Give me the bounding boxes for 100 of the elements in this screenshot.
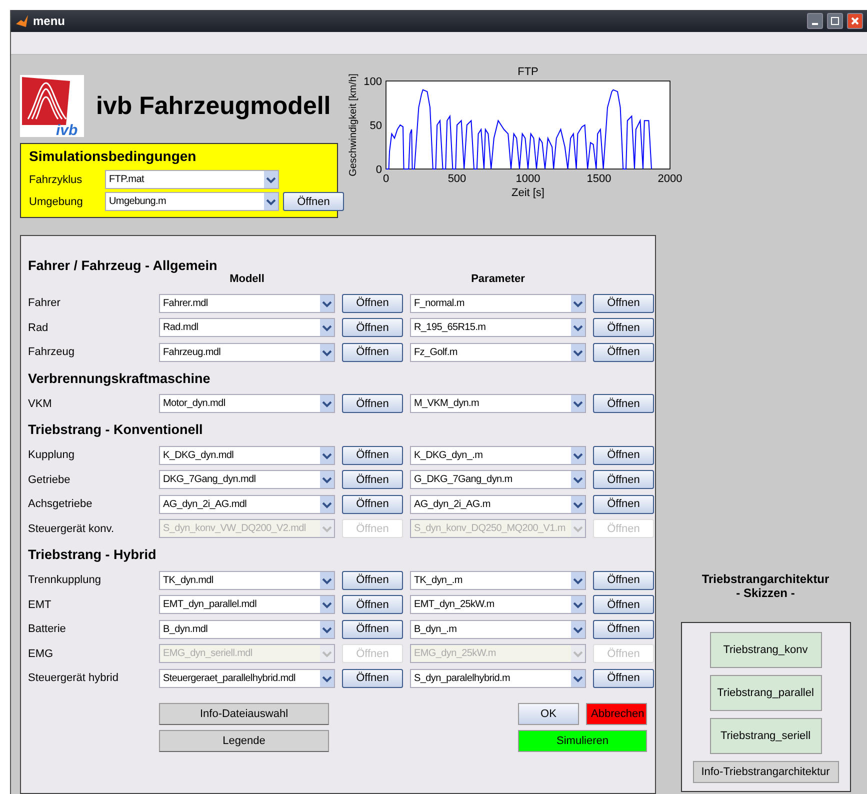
field-label: Fahrzyklus [29,174,84,186]
open-button[interactable]: Öffnen [342,620,403,639]
dropdown[interactable]: EMT_dyn_parallel.mdl [159,595,335,614]
close-icon [851,17,859,25]
dropdown[interactable]: Motor_dyn.mdl [159,394,335,414]
minimize-button[interactable] [807,13,823,29]
caret-icon [571,471,585,488]
open-button[interactable]: Öffnen [593,570,654,590]
action-button[interactable]: OK [518,702,579,724]
open-button[interactable]: Öffnen [593,620,654,639]
dropdown[interactable]: AG_dyn_2i_AG.m [410,494,586,514]
dropdown[interactable]: G_DKG_7Gang_dyn.m [410,470,586,490]
open-button[interactable]: Öffnen [593,394,654,414]
dropdown[interactable]: TK_dyn.mdl [159,570,335,590]
app-title: ivb Fahrzeugmodell [96,92,331,120]
caret-icon [571,496,585,513]
dropdown[interactable]: B_dyn.mdl [159,620,335,639]
action-button[interactable]: Simulieren [518,730,647,752]
dropdown[interactable]: FTP.mat [105,170,279,189]
open-button[interactable]: Öffnen [342,595,403,614]
open-button[interactable]: Öffnen [283,192,344,211]
caret-icon [264,171,278,188]
column-header: Modell [228,273,266,285]
open-button[interactable]: Öffnen [593,494,654,514]
caret-icon [320,670,334,687]
dropdown[interactable]: EMT_dyn_25kW.m [410,595,586,614]
dropdown[interactable]: Rad.mdl [159,318,335,338]
caret-icon [571,344,585,361]
y-tick-label: 0 [376,164,382,176]
open-button[interactable]: Öffnen [342,294,403,313]
open-button[interactable]: Öffnen [593,668,654,688]
caret-icon [320,395,334,412]
caret-icon [320,446,334,464]
row-label: Rad [28,322,50,334]
dropdown[interactable]: Fz_Golf.m [410,342,586,362]
maximize-button[interactable] [827,13,843,29]
sketch-button[interactable]: Info-Triebstrangarchitektur [692,760,838,782]
logo: ivb [20,75,84,137]
close-button[interactable] [847,13,863,29]
dropdown[interactable]: K_DKG_dyn_.m [410,446,586,465]
row-label: Fahrzeug [28,346,76,358]
caret-icon [264,193,278,210]
sketch-button[interactable]: Triebstrang_parallel [710,674,822,710]
legend-button[interactable]: Legende [159,730,329,752]
sketch-button[interactable]: Triebstrang_seriell [710,718,822,754]
section-title: Triebstrang - Konventionell [28,422,204,437]
sketch-button[interactable]: Triebstrang_konv [710,632,822,668]
field-label: Umgebung [29,196,84,208]
open-button[interactable]: Öffnen [342,394,403,414]
action-button[interactable]: Abbrechen [586,702,647,724]
open-button[interactable]: Öffnen [593,342,654,362]
open-button[interactable]: Öffnen [593,470,654,490]
open-button[interactable]: Öffnen [593,595,654,614]
caret-icon [571,319,585,336]
open-button[interactable]: Öffnen [342,494,403,514]
sketches-title: Triebstrangarchitektur [702,572,830,586]
row-label: EMT [28,598,52,611]
open-button[interactable]: Öffnen [342,570,403,590]
column-header: Parameter [470,273,526,285]
row-label: VKM [28,398,53,410]
open-button[interactable]: Öffnen [593,294,654,313]
open-button[interactable]: Öffnen [593,446,654,465]
dropdown[interactable]: Fahrzeug.mdl [159,342,335,362]
section-title: Verbrennungskraftmaschine [28,370,212,386]
chart-title: FTP [518,66,538,78]
caret-icon [571,620,585,638]
dropdown[interactable]: DKG_7Gang_dyn.mdl [159,470,335,490]
dropdown[interactable]: F_normal.m [410,294,586,313]
x-tick-label: 500 [448,173,466,185]
x-tick-label: 1500 [586,173,612,185]
x-tick-label: 0 [382,173,390,185]
caret-icon [571,395,585,412]
x-tick-label: 1000 [516,173,540,185]
row-label: Getriebe [28,474,72,486]
dropdown[interactable]: M_VKM_dyn.m [410,394,586,414]
open-button[interactable]: Öffnen [342,342,403,362]
info-button[interactable]: Info-Dateiauswahl [159,702,329,724]
caret-icon [571,670,585,687]
caret-icon [571,294,585,312]
dropdown[interactable]: Steuergeraet_parallelhybrid.mdl [159,668,335,688]
row-label: EMG [28,648,54,660]
dropdown[interactable]: TK_dyn_.m [410,570,586,590]
window-title: menu [33,14,66,28]
open-button[interactable]: Öffnen [342,470,403,490]
open-button[interactable]: Öffnen [342,668,403,688]
dropdown[interactable]: R_195_65R15.m [410,318,586,338]
dropdown[interactable]: Umgebung.m [105,192,279,211]
open-button[interactable]: Öffnen [342,446,403,465]
x-tick-label: 2000 [658,173,682,185]
caret-icon [320,596,334,614]
dropdown[interactable]: B_dyn_.m [410,620,586,639]
open-button[interactable]: Öffnen [342,318,403,338]
dropdown[interactable]: S_dyn_paralelhybrid.m [410,668,586,688]
dropdown[interactable]: K_DKG_dyn.mdl [159,446,335,465]
dropdown[interactable]: Fahrer.mdl [159,294,335,313]
dropdown[interactable]: AG_dyn_2i_AG.mdl [159,494,335,514]
caret-icon [571,596,585,614]
y-tick-label: 50 [370,120,382,132]
open-button[interactable]: Öffnen [593,318,654,338]
row-label: Achsgetriebe [28,498,94,510]
